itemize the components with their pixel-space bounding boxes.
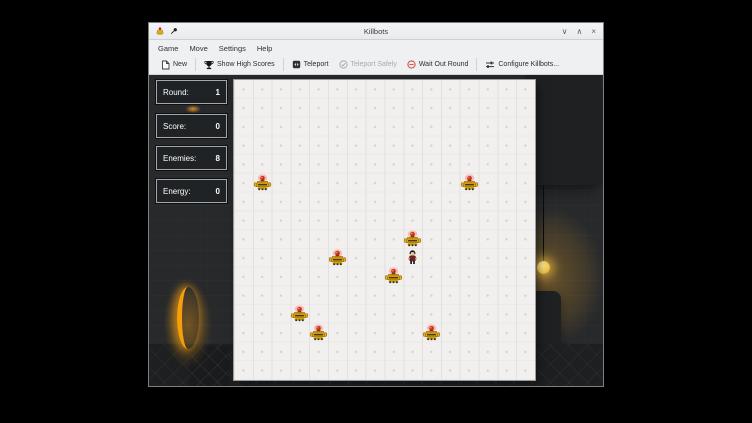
small-glint	[185, 105, 201, 113]
show-high-scores-button[interactable]: Show High Scores	[199, 57, 280, 73]
energy-display: Energy: 0	[156, 179, 227, 203]
window-title: Killbots	[149, 27, 603, 36]
hero-icon	[403, 249, 422, 266]
close-button[interactable]: ×	[591, 28, 596, 36]
score-value: 0	[216, 122, 220, 131]
round-label: Round:	[163, 88, 189, 97]
enemies-value: 8	[216, 154, 220, 163]
new-button[interactable]: New	[156, 57, 192, 73]
enemy-robot	[403, 230, 422, 247]
round-value: 1	[216, 88, 220, 97]
enemy-robot	[422, 324, 441, 341]
robot-icon	[309, 324, 328, 341]
enemies-display: Enemies: 8	[156, 146, 227, 170]
robot-icon	[403, 230, 422, 247]
toolbar-separator	[476, 58, 477, 71]
score-label: Score:	[163, 122, 186, 131]
teleport-icon	[292, 60, 301, 69]
robot-icon	[253, 174, 272, 191]
energy-label: Energy:	[163, 187, 191, 196]
enemy-robot	[384, 267, 403, 284]
killbots-window: Killbots ∨ ∧ × Game Move Settings Help N…	[148, 22, 604, 387]
background-panel-top-right	[525, 75, 601, 185]
toolbar-separator	[283, 58, 284, 71]
robot-icon	[422, 324, 441, 341]
new-document-icon	[161, 60, 170, 70]
robot-icon	[290, 305, 309, 322]
toolbar-separator	[195, 58, 196, 71]
wall-sconce-light	[177, 287, 199, 349]
score-display: Score: 0	[156, 114, 227, 138]
round-display: Round: 1	[156, 80, 227, 104]
enemy-robot	[328, 249, 347, 266]
configure-killbots-button[interactable]: Configure Killbots...	[480, 57, 564, 72]
robot-icon	[460, 174, 479, 191]
energy-value: 0	[216, 187, 220, 196]
hanging-lamp	[537, 261, 550, 274]
lamp-cord	[543, 185, 544, 263]
menu-help[interactable]: Help	[257, 44, 272, 53]
game-view: Round: 1 Score: 0 Enemies: 8 Energy: 0	[149, 75, 603, 386]
enemy-robot	[253, 174, 272, 191]
titlebar[interactable]: Killbots ∨ ∧ ×	[149, 23, 603, 40]
maximize-button[interactable]: ∧	[576, 28, 582, 36]
wait-out-round-button[interactable]: Wait Out Round	[402, 57, 474, 72]
menu-settings[interactable]: Settings	[219, 44, 246, 53]
enemies-label: Enemies:	[163, 154, 196, 163]
menubar: Game Move Settings Help	[149, 41, 603, 55]
enemy-robot	[290, 305, 309, 322]
hero	[403, 249, 422, 266]
enemy-robot	[460, 174, 479, 191]
minimize-button[interactable]: ∨	[562, 28, 568, 36]
teleport-safely-icon	[339, 60, 348, 69]
teleport-safely-button[interactable]: Teleport Safely	[334, 57, 402, 72]
menu-game[interactable]: Game	[158, 44, 178, 53]
wait-out-round-icon	[407, 60, 416, 69]
enemy-robot	[309, 324, 328, 341]
configure-sliders-icon	[485, 60, 495, 69]
menu-move[interactable]: Move	[189, 44, 207, 53]
toolbar: New Show High Scores Teleport	[149, 55, 603, 75]
game-board[interactable]	[234, 80, 535, 380]
teleport-button[interactable]: Teleport	[287, 57, 334, 72]
trophy-icon	[204, 60, 214, 70]
robot-icon	[384, 267, 403, 284]
robot-icon	[328, 249, 347, 266]
